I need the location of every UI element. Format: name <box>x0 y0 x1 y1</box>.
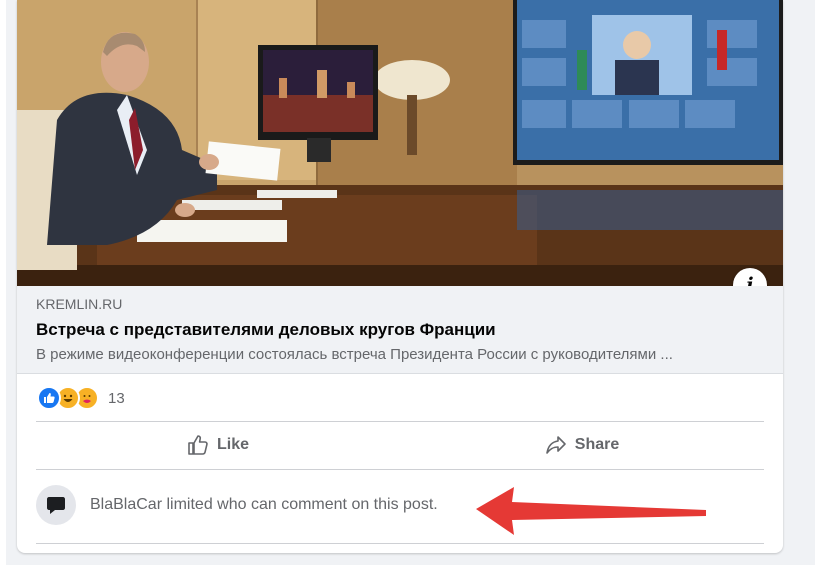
info-icon: i <box>746 274 754 286</box>
reactions-summary[interactable]: 13 <box>37 386 125 410</box>
thumbs-up-icon <box>188 435 208 455</box>
post-actions: Like Share <box>36 423 764 467</box>
share-label: Share <box>574 436 620 453</box>
link-title[interactable]: Встреча с представителями деловых кругов… <box>36 320 496 340</box>
like-icon <box>37 386 61 410</box>
link-preview-meta[interactable]: KREMLIN.RU Встреча с представителями дел… <box>17 286 783 374</box>
reaction-count[interactable]: 13 <box>108 390 125 407</box>
share-button[interactable]: Share <box>400 423 764 467</box>
like-label: Like <box>216 436 249 453</box>
like-button[interactable]: Like <box>36 423 400 467</box>
divider-top <box>36 421 764 422</box>
comment-bubble-icon <box>36 485 76 525</box>
link-description: В режиме видеоконференции состоялась вст… <box>36 346 673 363</box>
divider-middle <box>36 469 764 470</box>
comment-restriction-text: BlaBlaCar limited who can comment on thi… <box>90 496 438 513</box>
meeting-photo-illustration <box>17 0 783 286</box>
divider-bottom <box>36 543 764 544</box>
post-card: i KREMLIN.RU Встреча с представителями д… <box>17 0 783 553</box>
share-icon <box>545 436 566 454</box>
annotation-arrow <box>476 487 706 535</box>
link-domain: KREMLIN.RU <box>36 296 123 312</box>
comment-restriction-notice: BlaBlaCar limited who can comment on thi… <box>36 485 438 525</box>
link-preview-image[interactable]: i <box>17 0 783 286</box>
page-left-edge <box>0 0 6 565</box>
